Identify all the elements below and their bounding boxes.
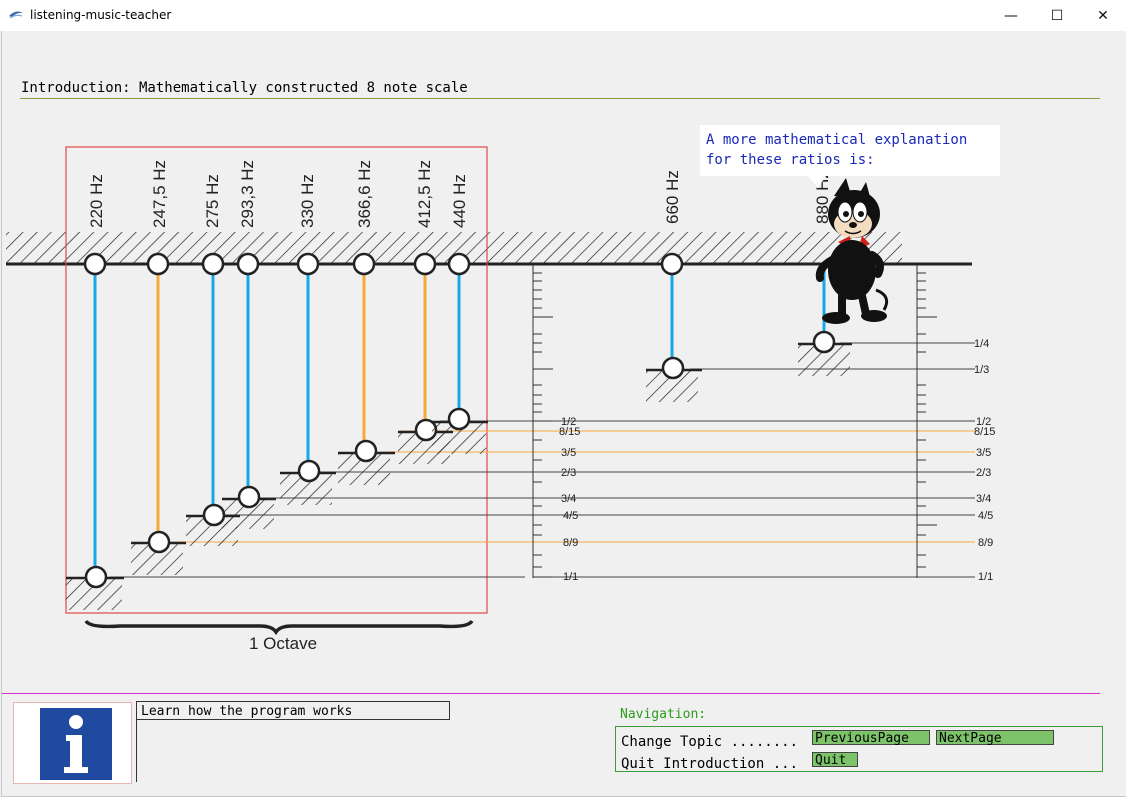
learn-how-label[interactable]: Learn how the program works — [136, 701, 450, 720]
freq-label: 293,3 Hz — [238, 160, 257, 228]
info-panel[interactable] — [13, 702, 132, 784]
ratio-label: 1/3 — [974, 364, 989, 376]
string-275hz: 275 Hz — [186, 174, 240, 546]
freq-label: 330 Hz — [298, 174, 317, 228]
freq-label: 247,5 Hz — [150, 160, 169, 228]
previous-page-button[interactable]: PreviousPage — [812, 730, 930, 746]
ratio-label: 3/5 — [976, 447, 991, 459]
ratio-label: 3/4 — [976, 493, 991, 505]
next-page-button[interactable]: NextPage — [936, 730, 1054, 746]
speech-bubble: A more mathematical explanation for thes… — [700, 125, 1000, 176]
freq-label: 220 Hz — [87, 174, 106, 228]
ratio-label: 4/5 — [563, 510, 578, 522]
ratio-label: 8/15 — [974, 426, 995, 438]
bottom-divider — [2, 693, 1100, 694]
string-366hz: 366,6 Hz — [338, 160, 395, 485]
string-247hz: 247,5 Hz — [131, 160, 186, 575]
ratio-lines — [110, 342, 975, 578]
octave-label: 1 Octave — [249, 634, 317, 653]
ratio-label: 1/1 — [978, 571, 993, 583]
quit-introduction-label: Quit Introduction ... — [621, 756, 799, 772]
learn-text-area-border — [136, 720, 137, 782]
change-topic-label: Change Topic ........ — [621, 734, 799, 750]
string-293hz: 293,3 Hz — [222, 160, 276, 529]
ratio-label: 8/9 — [563, 537, 578, 549]
octave-brace: 1 Octave — [84, 619, 474, 653]
freq-label: 275 Hz — [203, 174, 222, 228]
ratio-label: 3/4 — [561, 493, 576, 505]
navigation-label: Navigation: — [620, 707, 707, 722]
ratio-label: 2/3 — [976, 467, 991, 479]
string-440hz: 440 Hz — [432, 174, 488, 454]
ruler-left — [532, 265, 553, 578]
ratio-label: 3/5 — [561, 447, 576, 459]
ratio-label: 8/9 — [978, 537, 993, 549]
ratio-label: 1/4 — [974, 338, 989, 350]
ratio-labels-right: 1/4 1/3 1/2 8/15 3/5 2/3 3/4 4/5 8/9 1/1 — [974, 338, 995, 583]
freq-label: 440 Hz — [450, 174, 469, 228]
scale-diagram: 1/2 8/15 3/5 2/3 3/4 4/5 8/9 1/1 1/4 1/3… — [6, 146, 995, 653]
freq-label: 660 Hz — [663, 170, 682, 224]
info-icon — [40, 708, 112, 780]
ratio-label: 2/3 — [561, 467, 576, 479]
quit-button[interactable]: Quit — [812, 752, 858, 768]
string-660hz: 660 Hz — [646, 170, 702, 402]
ratio-label: 4/5 — [978, 510, 993, 522]
ratio-label: 8/15 — [559, 426, 580, 438]
ratio-label: 1/1 — [563, 571, 578, 583]
freq-label: 366,6 Hz — [355, 160, 374, 228]
ratio-labels-left: 1/2 8/15 3/5 2/3 3/4 4/5 8/9 1/1 — [559, 416, 580, 583]
string-412hz: 412,5 Hz — [398, 160, 453, 464]
string-330hz: 330 Hz — [280, 174, 336, 505]
freq-label: 412,5 Hz — [415, 160, 434, 228]
